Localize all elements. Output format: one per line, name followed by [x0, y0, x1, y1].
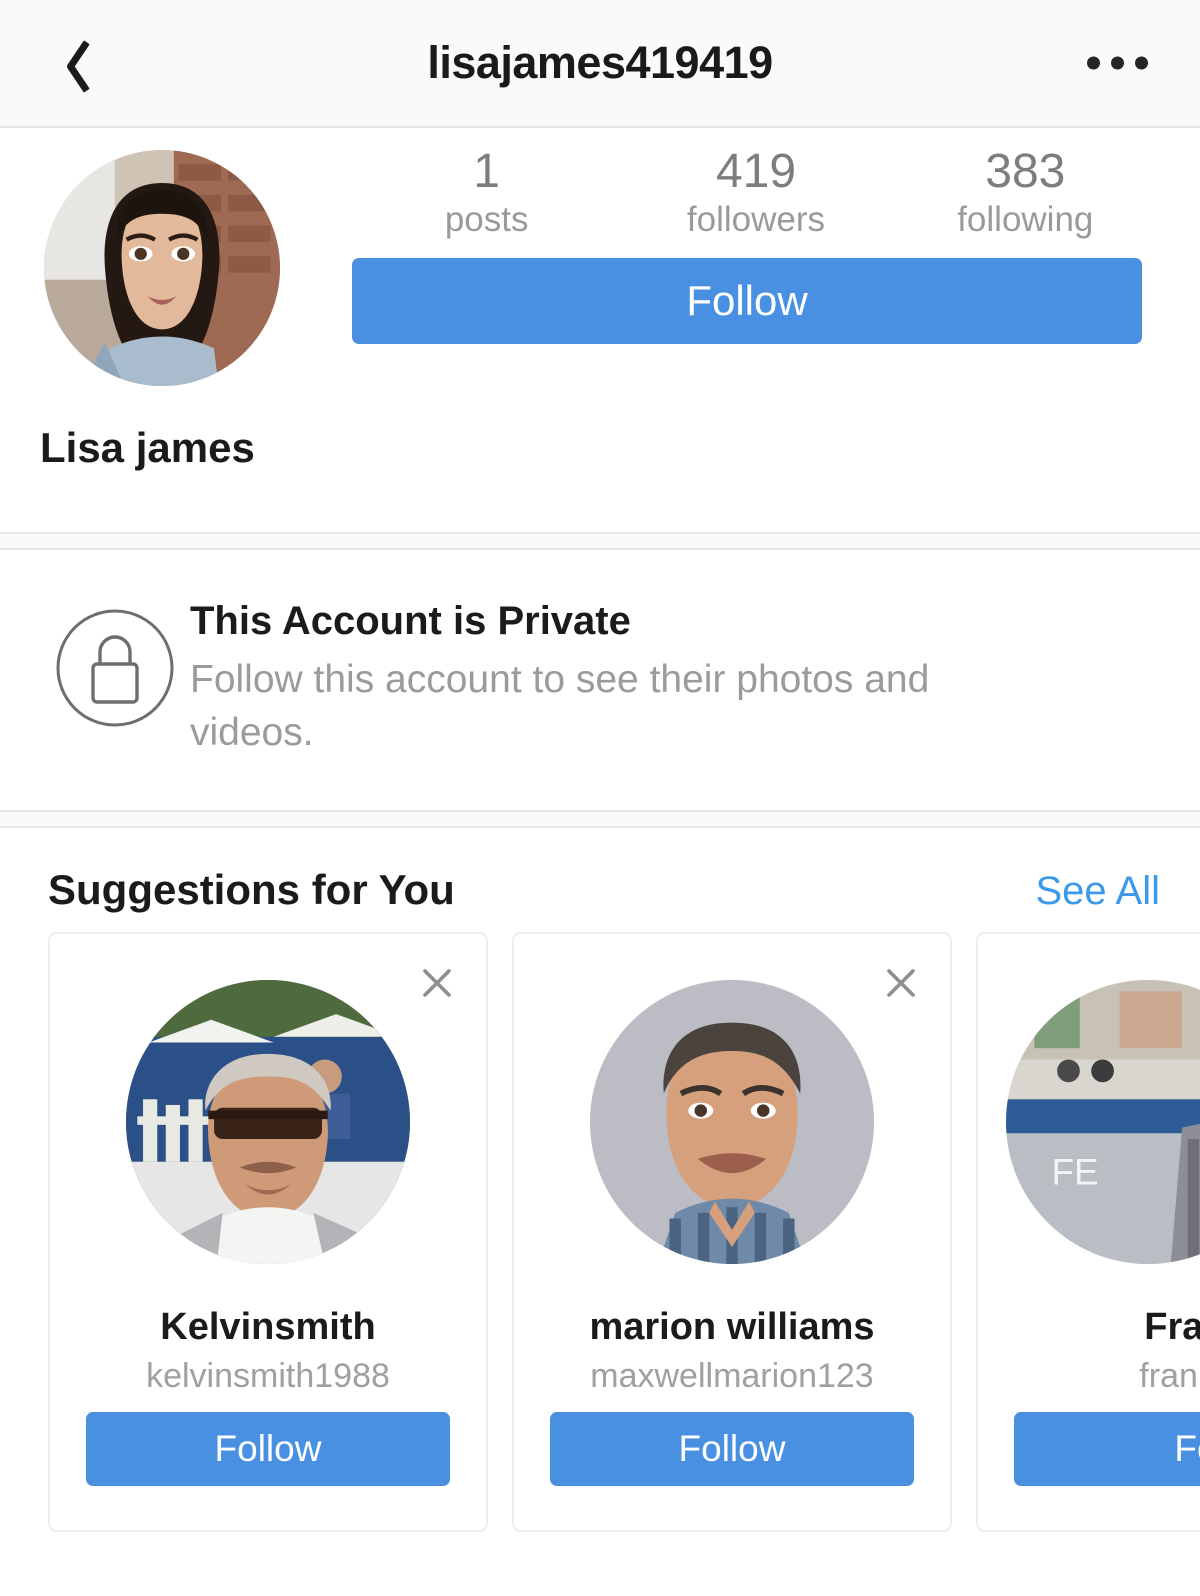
stat-following-value: 383	[985, 145, 1066, 198]
suggestion-name: Frank	[1144, 1306, 1200, 1348]
suggestion-avatar-frank: FE	[1006, 980, 1200, 1264]
stat-following[interactable]: 383 following	[950, 145, 1100, 241]
stat-followers-value: 419	[715, 145, 797, 198]
private-account-notice: This Account is Private Follow this acco…	[0, 550, 1200, 810]
menu-dot	[1111, 56, 1124, 70]
back-button[interactable]	[34, 27, 100, 99]
suggestion-name: Kelvinsmith	[160, 1306, 376, 1348]
stat-following-label: following	[957, 199, 1094, 239]
chevron-left-icon	[52, 37, 82, 89]
section-divider	[0, 810, 1200, 828]
more-options-icon[interactable]	[1079, 41, 1156, 86]
suggestions-title: Suggestions for You	[48, 866, 455, 913]
suggestion-username: kelvinsmith1988	[146, 1357, 390, 1395]
menu-dot	[1087, 56, 1100, 70]
suggestions-section: Suggestions for You See All Kelvinsmith …	[0, 828, 1200, 1532]
suggestion-avatar[interactable]: FE	[1006, 980, 1200, 1264]
suggestion-follow-button[interactable]: Follow	[86, 1412, 450, 1486]
svg-text:FE: FE	[1051, 1151, 1098, 1192]
suggestion-avatar-marion-williams	[590, 980, 874, 1264]
follow-button[interactable]: Follow	[352, 258, 1142, 344]
close-icon[interactable]	[878, 960, 924, 1006]
lock-icon-wrapper	[40, 590, 190, 730]
stat-followers-label: followers	[686, 199, 826, 239]
profile-stats: 1 posts 419 followers 383 following	[352, 145, 1160, 241]
suggestion-card[interactable]: FE Frank frankda Fo	[976, 932, 1200, 1532]
profile-display-name: Lisa james	[40, 424, 255, 471]
close-icon[interactable]	[414, 960, 460, 1006]
private-notice-title: This Account is Private	[190, 599, 631, 643]
avatar[interactable]	[44, 150, 280, 386]
lock-icon	[53, 606, 177, 730]
suggestion-card[interactable]: marion williams maxwellmarion123 Follow	[512, 932, 952, 1532]
page-title: lisajames419419	[427, 37, 773, 88]
suggestion-card-list: Kelvinsmith kelvinsmith1988 Follow mario…	[0, 932, 1200, 1532]
private-notice-body: Follow this account to see their photos …	[190, 658, 930, 754]
suggestions-header: Suggestions for You See All	[0, 846, 1200, 932]
stat-posts-value: 1	[473, 145, 500, 198]
suggestion-card[interactable]: Kelvinsmith kelvinsmith1988 Follow	[48, 932, 488, 1532]
stat-followers[interactable]: 419 followers	[681, 145, 831, 241]
stat-posts[interactable]: 1 posts	[412, 145, 562, 241]
suggestion-avatar[interactable]	[590, 980, 874, 1264]
suggestion-avatar-kelvinsmith	[126, 980, 410, 1264]
profile-header: 1 posts 419 followers 383 following Foll…	[0, 128, 1200, 532]
stat-posts-label: posts	[444, 199, 529, 239]
suggestion-name: marion williams	[589, 1306, 875, 1348]
see-all-link[interactable]: See All	[1035, 869, 1160, 914]
suggestion-username: maxwellmarion123	[590, 1357, 874, 1395]
top-navigation-bar: lisajames419419	[0, 0, 1200, 128]
suggestion-avatar[interactable]	[126, 980, 410, 1264]
suggestion-username: frankda	[1139, 1357, 1200, 1395]
menu-dot	[1135, 56, 1148, 70]
suggestion-follow-button[interactable]: Follow	[550, 1412, 914, 1486]
profile-avatar	[44, 150, 280, 386]
section-divider	[0, 532, 1200, 550]
private-notice-text: This Account is Private Follow this acco…	[190, 590, 990, 759]
suggestion-follow-button[interactable]: Fo	[1014, 1412, 1200, 1486]
